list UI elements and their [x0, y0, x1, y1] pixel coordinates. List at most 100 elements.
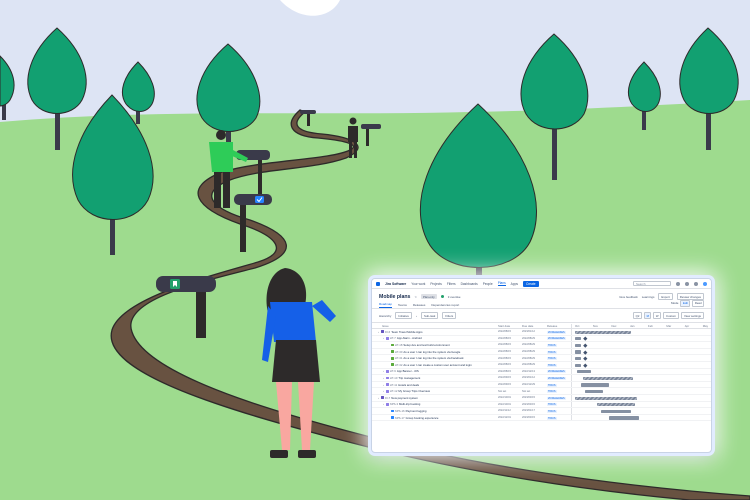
- give-feedback-link[interactable]: Give feedback: [619, 295, 637, 299]
- zoom-week[interactable]: W: [653, 312, 662, 319]
- start-date[interactable]: 2022/08/15: [498, 337, 522, 340]
- issue-summary[interactable]: Team Travel Mobile Apps: [391, 330, 422, 334]
- col-due-date[interactable]: Due date: [522, 324, 547, 328]
- table-row[interactable]: HT-32 As a user I can create a custom use…: [372, 361, 711, 369]
- release-cell[interactable]: TIRUS: [547, 363, 571, 367]
- issue-key[interactable]: HT-31: [395, 356, 403, 360]
- start-date[interactable]: 2022/08/15: [498, 350, 522, 353]
- search-input[interactable]: Search: [633, 281, 671, 286]
- table-row[interactable]: HT-30 As a user I can log into the system…: [372, 348, 711, 356]
- due-date[interactable]: 2023/03/15: [522, 416, 547, 419]
- issue-cell[interactable]: › HT-11 Hotels and deals: [372, 383, 498, 387]
- issue-summary[interactable]: New payment system: [391, 396, 418, 400]
- timeline-bar[interactable]: [575, 330, 631, 334]
- release-cell[interactable]: TIRUS: [547, 343, 571, 347]
- table-row[interactable]: › HT-7 App Alarm - Android 2022/08/15 2022/0…: [372, 335, 711, 343]
- issue-cell[interactable]: HT-30 As a user I can log into the system…: [372, 350, 498, 354]
- table-row[interactable]: › HT-11 Hotels and deals 2022/09/15 2022/12/…: [372, 381, 711, 389]
- release-cell[interactable]: TIRUS: [547, 350, 571, 354]
- issue-summary[interactable]: App Banner - iOS: [397, 369, 419, 373]
- table-row[interactable]: › HT-10 Trip management 2022/09/15 2023/01/1…: [372, 375, 711, 382]
- col-issue[interactable]: Issue: [372, 324, 498, 328]
- issue-key[interactable]: NPS-16: [395, 409, 405, 413]
- issue-summary[interactable]: Group booking experience: [406, 416, 439, 420]
- tab-roadmap[interactable]: Roadmap: [379, 302, 393, 308]
- issue-key[interactable]: NPS-17: [395, 416, 405, 420]
- issue-summary[interactable]: Multi-trip booking: [399, 402, 420, 406]
- issue-key[interactable]: IO-7: [385, 396, 390, 400]
- issue-summary[interactable]: My Group Trips Overview: [398, 389, 430, 393]
- timeline-bar[interactable]: [575, 350, 581, 354]
- release-cell[interactable]: TIRUS: [547, 383, 571, 387]
- nav-plans[interactable]: Plans: [497, 281, 506, 286]
- release-cell[interactable]: 26 RELEASES: [547, 330, 571, 334]
- table-row[interactable]: › IO-7 New payment system 2022/10/01 2023/03…: [372, 394, 711, 402]
- issue-summary[interactable]: As a user I can log into the system via …: [403, 350, 460, 354]
- mode-read-toggle[interactable]: Read: [692, 299, 704, 307]
- issue-cell[interactable]: › HT-7 App Alarm - Android: [372, 336, 498, 340]
- release-cell[interactable]: TIRUS: [547, 416, 571, 420]
- custom-range-select[interactable]: Custom: [663, 312, 680, 319]
- release-cell[interactable]: TIRUS: [547, 409, 571, 413]
- chevron-icon[interactable]: ›: [378, 396, 380, 400]
- zoom-month[interactable]: M: [644, 312, 652, 319]
- table-row[interactable]: › HT-12 My Group Trips Overview Not set Not …: [372, 388, 711, 395]
- nav-dashboards[interactable]: Dashboards: [461, 282, 478, 286]
- issue-cell[interactable]: HT-31 As a user I can log into the system…: [372, 356, 498, 360]
- start-date[interactable]: 2022/08/15: [498, 357, 522, 360]
- help-icon[interactable]: [685, 281, 689, 286]
- issue-key[interactable]: HT-32: [395, 363, 403, 367]
- issue-key[interactable]: HT-10: [390, 376, 398, 380]
- table-row[interactable]: HT-18 Setup dev and test build environmen…: [372, 342, 711, 349]
- filters-button[interactable]: Filters: [442, 312, 457, 319]
- nav-filters[interactable]: Filters: [447, 282, 456, 286]
- issue-key[interactable]: HT-18: [395, 343, 403, 347]
- chevron-icon[interactable]: ›: [383, 336, 385, 340]
- issue-summary[interactable]: Payment logging: [406, 409, 427, 413]
- table-row[interactable]: HT-31 As a user I can log into the system…: [372, 355, 711, 362]
- issue-cell[interactable]: › HT-12 My Group Trips Overview: [372, 389, 498, 393]
- col-release[interactable]: Release: [547, 324, 571, 328]
- timeline-bar[interactable]: [597, 403, 635, 407]
- issue-key[interactable]: HT-30: [395, 350, 403, 354]
- due-date[interactable]: 2022/08/29: [522, 337, 547, 340]
- zoom-quarter[interactable]: Qtr: [633, 312, 643, 319]
- issue-key[interactable]: HT-9: [390, 369, 396, 373]
- start-date[interactable]: 2022/10/01: [498, 403, 522, 406]
- issue-summary[interactable]: Setup dev and test build environment: [403, 343, 449, 347]
- issue-cell[interactable]: › IO-7 New payment system: [372, 396, 498, 400]
- table-row[interactable]: › IO-6 Team Travel Mobile Apps 2022/08/15 20…: [372, 329, 711, 336]
- due-date[interactable]: 2023/03/15: [522, 396, 547, 399]
- table-row[interactable]: › HT-9 App Banner - iOS 2022/08/15 2022/12/1…: [372, 368, 711, 376]
- issue-key[interactable]: IO-6: [385, 330, 390, 334]
- app-switcher-icon[interactable]: [376, 281, 380, 286]
- settings-icon[interactable]: [694, 281, 698, 286]
- release-cell[interactable]: TIRUS: [547, 402, 571, 407]
- timeline-bar[interactable]: [575, 363, 581, 367]
- col-start-date[interactable]: Start date: [498, 324, 522, 328]
- start-date[interactable]: 2022/09/15: [498, 383, 522, 386]
- nav-your-work[interactable]: Your work: [411, 282, 425, 286]
- release-cell[interactable]: 26 RELEASES: [547, 336, 571, 341]
- due-date[interactable]: 2023/01/12: [522, 376, 547, 379]
- start-date[interactable]: 2022/09/15: [498, 376, 522, 379]
- due-date[interactable]: 2022/12/29: [522, 383, 547, 386]
- timeline-bar[interactable]: [585, 389, 603, 394]
- release-cell[interactable]: TIRUS: [547, 356, 571, 361]
- issue-key[interactable]: HT-7: [390, 336, 396, 340]
- avatar[interactable]: [703, 281, 707, 286]
- issue-key[interactable]: HT-11: [390, 383, 397, 387]
- release-cell[interactable]: TIRUS: [547, 389, 571, 394]
- issue-cell[interactable]: NPS-16 Payment logging: [372, 409, 498, 413]
- issue-summary[interactable]: App Alarm - Android: [397, 336, 422, 340]
- start-date[interactable]: 2022/08/15: [498, 330, 522, 333]
- issue-cell[interactable]: HT-32 As a user I can create a custom use…: [372, 363, 498, 367]
- timeline-bar[interactable]: [575, 337, 581, 341]
- timeline-bar[interactable]: [583, 376, 633, 380]
- issue-key[interactable]: HT-12: [390, 389, 398, 393]
- issue-cell[interactable]: › NPS-3 Multi-trip booking: [372, 402, 498, 406]
- hierarchy-to-select[interactable]: Sub-task: [420, 312, 439, 319]
- issue-cell[interactable]: NPS-17 Group booking experience: [372, 416, 498, 420]
- start-date[interactable]: 2022/11/12: [498, 409, 522, 412]
- tab-releases[interactable]: Releases: [413, 303, 426, 308]
